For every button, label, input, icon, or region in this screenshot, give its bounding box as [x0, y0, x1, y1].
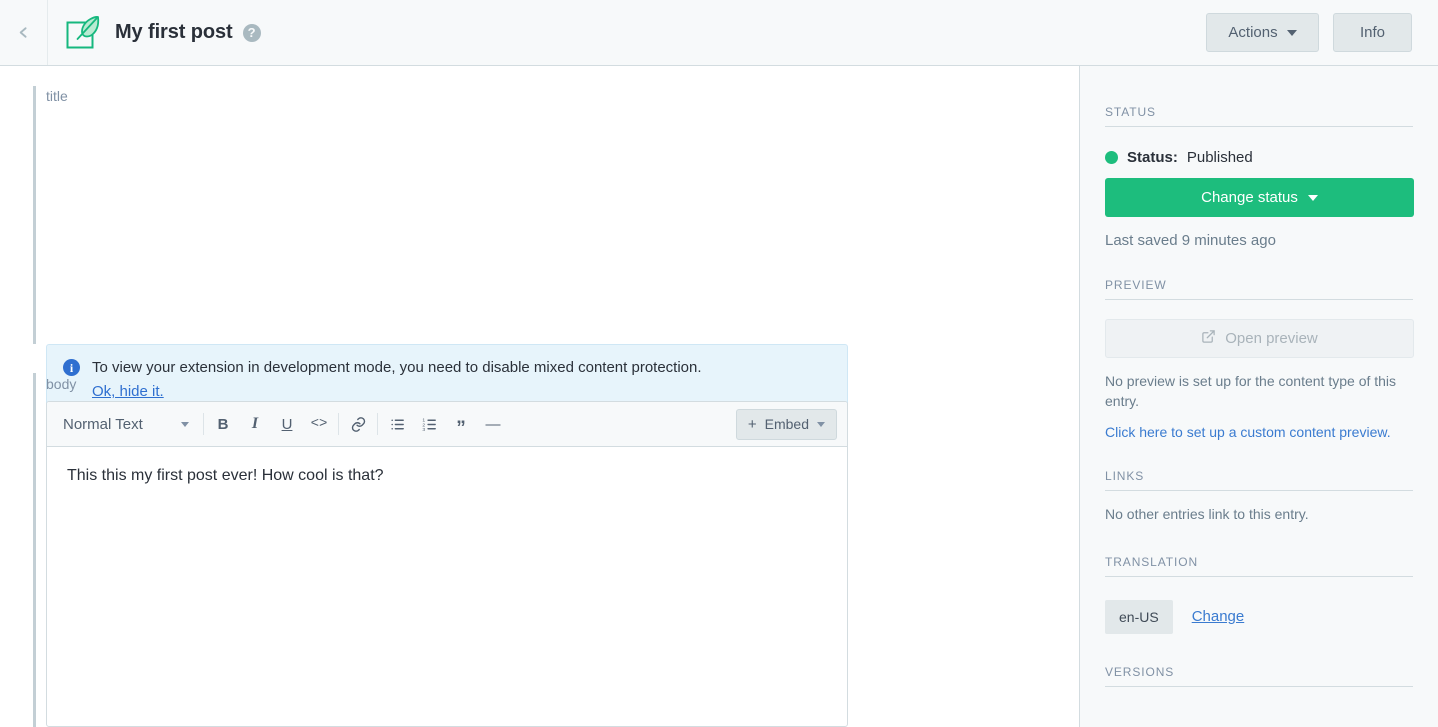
body-rich-text-area[interactable]: This this my first post ever! How cool i…: [47, 447, 847, 726]
bulleted-list-icon[interactable]: [381, 408, 413, 440]
links-note: No other entries link to this entry.: [1105, 505, 1309, 522]
leaf-entry-icon: [65, 14, 102, 51]
sidebar-heading-translation: TRANSLATION: [1105, 555, 1413, 577]
embed-button[interactable]: + Embed: [735, 408, 837, 440]
field-accent-bar: [33, 86, 36, 344]
actions-button-label: Actions: [1228, 24, 1278, 41]
entry-sidebar: STATUS Status: Published Change status L…: [1079, 66, 1438, 727]
numbered-list-icon[interactable]: 1 2 3: [413, 408, 445, 440]
chevron-down-icon: [1286, 29, 1297, 36]
sidebar-heading-status: STATUS: [1105, 105, 1413, 127]
title-input[interactable]: [46, 112, 1046, 287]
status-value: Published: [1186, 149, 1253, 166]
field-label-title: title: [46, 88, 68, 104]
bold-icon[interactable]: B: [207, 408, 239, 440]
rich-text-editor: Normal Text B I U <> 1 2 3 ” — + Embed T…: [46, 401, 848, 727]
svg-text:3: 3: [422, 426, 425, 432]
header-title-area: My first post ?: [48, 14, 1206, 51]
status-dot-icon: [1105, 151, 1118, 164]
sidebar-heading-links: LINKS: [1105, 469, 1413, 491]
entry-editor-main: title i To view your extension in develo…: [0, 66, 1079, 727]
app-header: My first post ? Actions Info: [0, 0, 1438, 66]
page-title: My first post: [115, 21, 233, 43]
setup-preview-link[interactable]: Click here to set up a custom content pr…: [1105, 424, 1413, 440]
sidebar-heading-versions: VERSIONS: [1105, 665, 1413, 687]
underline-icon[interactable]: U: [271, 408, 303, 440]
horizontal-rule-icon[interactable]: —: [477, 408, 509, 440]
sidebar-heading-preview: PREVIEW: [1105, 278, 1413, 300]
translation-row: en-US Change: [1105, 599, 1413, 634]
chevron-left-icon: [15, 24, 32, 41]
locale-chip: en-US: [1105, 599, 1173, 634]
toolbar-divider: [338, 413, 339, 435]
change-locale-link[interactable]: Change: [1192, 608, 1245, 625]
last-saved-text: Last saved 9 minutes ago: [1105, 232, 1276, 249]
help-circle-icon[interactable]: ?: [242, 23, 261, 42]
embed-button-label: Embed: [764, 416, 809, 432]
editor-toolbar: Normal Text B I U <> 1 2 3 ” — + Embed: [47, 402, 847, 447]
text-style-select[interactable]: Normal Text: [47, 402, 200, 446]
field-accent-bar: [33, 373, 36, 727]
field-group-body: body Normal Text B I U <> 1 2 3 ” — + Em…: [33, 373, 1079, 727]
toolbar-divider: [377, 413, 378, 435]
field-label-body: body: [46, 376, 77, 392]
toolbar-divider: [203, 413, 204, 435]
link-icon[interactable]: [342, 408, 374, 440]
italic-icon[interactable]: I: [239, 408, 271, 440]
plus-icon: +: [747, 415, 757, 433]
header-actions: Actions Info: [1206, 13, 1438, 52]
change-status-button[interactable]: Change status: [1105, 178, 1414, 217]
change-status-label: Change status: [1201, 189, 1298, 206]
actions-button[interactable]: Actions: [1206, 13, 1319, 52]
field-group-title: title: [33, 86, 1079, 344]
chevron-down-icon: [817, 421, 825, 427]
info-button[interactable]: Info: [1333, 13, 1412, 52]
code-icon[interactable]: <>: [303, 408, 335, 440]
chevron-down-icon: [1307, 194, 1318, 201]
external-link-icon: [1201, 329, 1216, 348]
status-badge: Status: Published: [1105, 149, 1413, 166]
preview-note: No preview is set up for the content typ…: [1105, 373, 1397, 409]
blockquote-icon[interactable]: ”: [445, 408, 477, 440]
text-style-value: Normal Text: [63, 415, 143, 433]
info-button-label: Info: [1359, 24, 1386, 41]
status-label: Status:: [1127, 149, 1178, 166]
back-button[interactable]: [0, 0, 48, 65]
open-preview-label: Open preview: [1225, 330, 1318, 347]
open-preview-button: Open preview: [1105, 319, 1414, 358]
chevron-down-icon: [181, 421, 189, 427]
